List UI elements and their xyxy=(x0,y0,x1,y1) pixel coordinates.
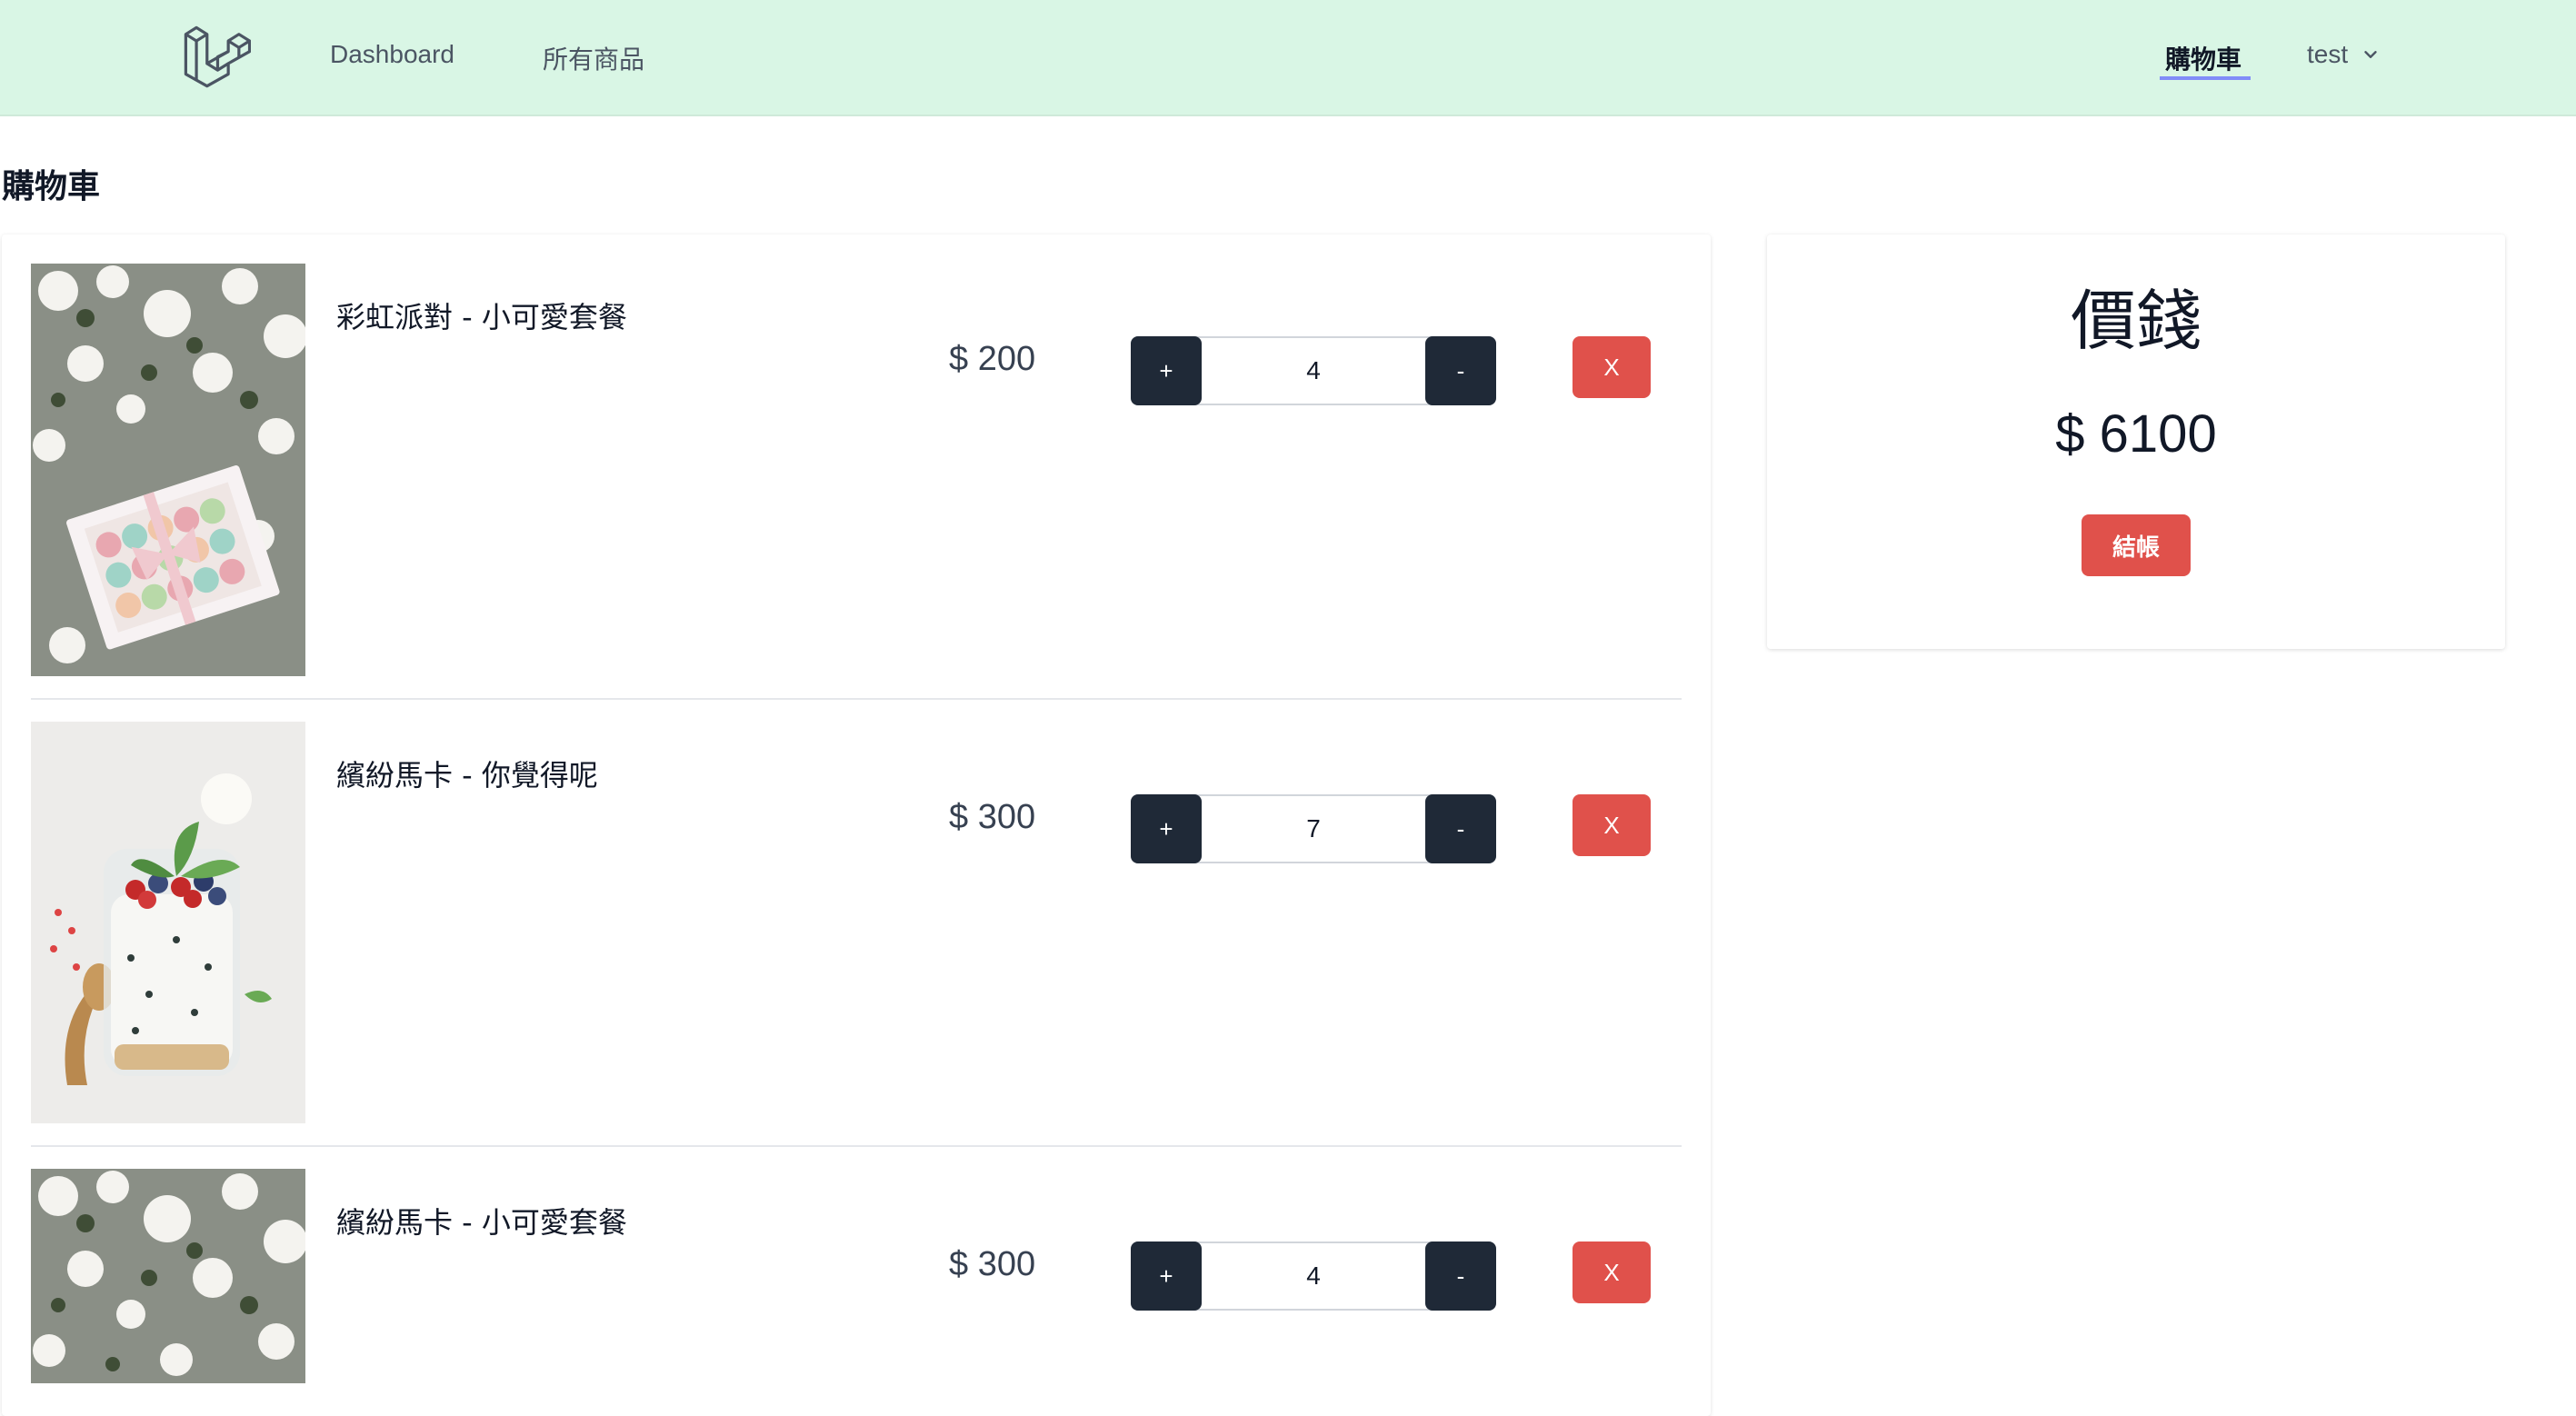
product-name: 繽紛馬卡 - 你覺得呢 xyxy=(336,758,598,793)
remove-item-button[interactable]: X xyxy=(1573,336,1651,398)
nav-link-dashboard[interactable]: Dashboard xyxy=(330,40,454,69)
product-image xyxy=(31,722,305,1123)
decrease-quantity-button[interactable]: - xyxy=(1425,1241,1496,1311)
product-price: $ 200 xyxy=(949,340,1036,378)
cart-items-card: 彩虹派對 - 小可愛套餐 $ 200 + - X xyxy=(2,234,1711,1416)
top-navbar: Dashboard 所有商品 購物車 test xyxy=(0,0,2576,116)
active-nav-underline xyxy=(2160,76,2251,80)
quantity-stepper: + - xyxy=(1131,794,1496,863)
remove-item-button[interactable]: X xyxy=(1573,1241,1651,1303)
remove-item-button[interactable]: X xyxy=(1573,794,1651,856)
product-image xyxy=(31,264,305,676)
decrease-quantity-button[interactable]: - xyxy=(1425,336,1496,405)
quantity-input[interactable] xyxy=(1205,796,1422,862)
user-menu-dropdown[interactable]: test xyxy=(2307,40,2381,69)
increase-quantity-button[interactable]: + xyxy=(1131,794,1202,863)
total-price: $ 6100 xyxy=(2055,404,2217,464)
laravel-logo-icon[interactable] xyxy=(182,24,251,93)
row-divider xyxy=(31,698,1682,700)
quantity-stepper: + - xyxy=(1131,1241,1496,1311)
quantity-input[interactable] xyxy=(1205,338,1422,404)
product-image xyxy=(31,1169,305,1383)
cart-item-row: 彩虹派對 - 小可愛套餐 $ 200 + - X xyxy=(31,264,1682,676)
user-name: test xyxy=(2307,40,2349,68)
product-price: $ 300 xyxy=(949,798,1036,836)
cart-item-row: 繽紛馬卡 - 小可愛套餐 $ 300 + - X xyxy=(31,1169,1682,1387)
nav-link-cart[interactable]: 購物車 xyxy=(2165,40,2242,76)
price-summary-card: 價錢 $ 6100 結帳 xyxy=(1767,234,2505,649)
product-name: 彩虹派對 - 小可愛套餐 xyxy=(336,300,627,334)
nav-link-all-products[interactable]: 所有商品 xyxy=(543,40,644,76)
checkout-button[interactable]: 結帳 xyxy=(2082,514,2191,576)
product-price: $ 300 xyxy=(949,1245,1036,1283)
quantity-stepper: + - xyxy=(1131,336,1496,405)
summary-title: 價錢 xyxy=(2070,283,2202,359)
chevron-down-icon xyxy=(2364,51,2377,58)
page-title: 購物車 xyxy=(2,168,101,205)
row-divider xyxy=(31,1145,1682,1147)
cart-item-row: 繽紛馬卡 - 你覺得呢 $ 300 + - X xyxy=(31,722,1682,1123)
increase-quantity-button[interactable]: + xyxy=(1131,1241,1202,1311)
product-name: 繽紛馬卡 - 小可愛套餐 xyxy=(336,1205,627,1240)
increase-quantity-button[interactable]: + xyxy=(1131,336,1202,405)
decrease-quantity-button[interactable]: - xyxy=(1425,794,1496,863)
quantity-input[interactable] xyxy=(1205,1243,1422,1309)
